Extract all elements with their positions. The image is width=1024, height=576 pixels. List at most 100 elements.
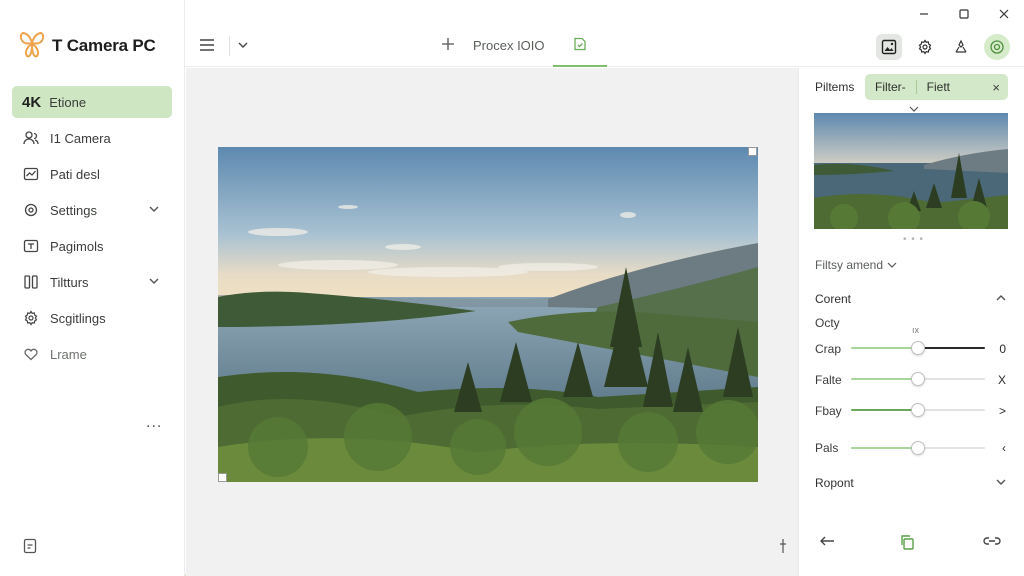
sidebar-item-label: Tiltturs <box>50 274 89 290</box>
section-title: Corent <box>815 292 852 306</box>
close-icon[interactable] <box>984 0 1024 28</box>
sidebar-item-label: Scgitlings <box>50 310 106 326</box>
slider-fill <box>851 409 918 411</box>
slider-end-value: X <box>997 373 1006 387</box>
slider-label: Falte <box>815 373 842 387</box>
chart-icon <box>22 165 40 183</box>
toolbar-actions <box>876 34 1010 60</box>
slider-knob[interactable] <box>911 403 925 417</box>
filter-tabs: Filter- Fiett × <box>865 74 1008 100</box>
document-icon[interactable] <box>22 538 38 557</box>
slider-label: Pals <box>815 441 839 455</box>
slider-track <box>915 347 985 349</box>
maximize-icon[interactable] <box>944 0 984 28</box>
slider-crap[interactable] <box>851 341 985 355</box>
gear-icon <box>22 201 40 219</box>
image-icon[interactable] <box>876 34 902 60</box>
sidebar-item-pagimols[interactable]: Pagimols <box>12 230 172 262</box>
sidebar-item-label: Lrame <box>50 346 87 362</box>
minimize-icon[interactable] <box>904 0 944 28</box>
file-icon <box>573 37 587 54</box>
link-icon[interactable] <box>983 534 1001 551</box>
filter-select-label: Filtsy amend <box>815 258 884 272</box>
columns-icon <box>22 273 40 291</box>
settings-icon <box>22 309 40 327</box>
slider-label: Fbay <box>815 404 842 418</box>
slider-label: Crap <box>815 342 842 356</box>
sidebar: T Camera PC 4K Etione I1 Camera Pati des… <box>0 0 185 576</box>
circle-badge-icon[interactable] <box>984 34 1010 60</box>
section-title: Ropont <box>815 476 854 490</box>
sidebar-item-label: Pagimols <box>50 238 104 254</box>
sidebar-item-label: I1 Camera <box>50 130 111 146</box>
toolbar: Procex IOIO <box>185 26 1024 67</box>
chevron-down-icon[interactable] <box>995 476 1007 491</box>
filters-panel: Piltems Filter- Fiett × • • • Filtsy ame… <box>798 68 1024 576</box>
slider-fill <box>851 447 918 449</box>
chevron-up-icon[interactable] <box>995 292 1007 307</box>
app-window: T Camera PC 4K Etione I1 Camera Pati des… <box>0 0 1024 576</box>
panel-heading: Piltems <box>815 80 855 94</box>
crop-handle-top-right[interactable] <box>748 147 757 156</box>
sidebar-item-pati-desl[interactable]: Pati desl <box>12 158 172 190</box>
chevron-down-icon[interactable] <box>148 275 160 290</box>
slider-fbay[interactable] <box>851 403 985 417</box>
share-nodes-icon[interactable] <box>948 34 974 60</box>
slider-end-value: 0 <box>999 342 1006 356</box>
section-ropont[interactable]: Ropont <box>815 476 1007 490</box>
4k-badge: 4K <box>22 93 42 111</box>
toolbar-divider <box>229 36 230 56</box>
plus-icon[interactable] <box>441 37 455 54</box>
preview-thumbnail[interactable] <box>814 113 1008 229</box>
sidebar-item-settings[interactable]: Settings <box>12 194 172 226</box>
sidebar-item-lrame[interactable]: Lrame <box>12 338 172 370</box>
panel-footer <box>799 528 1024 558</box>
chevron-down-icon[interactable] <box>237 39 249 54</box>
editor-canvas[interactable] <box>186 68 798 576</box>
menu-icon[interactable] <box>199 38 215 55</box>
sidebar-item-etione[interactable]: 4K Etione <box>12 86 172 118</box>
filter-select[interactable]: Filtsy amend <box>815 258 897 272</box>
more-options[interactable]: ... <box>146 414 162 432</box>
slider-fill <box>851 378 918 380</box>
tab-fiett[interactable]: Fiett <box>915 80 960 94</box>
tiny-label: ıx <box>912 325 920 335</box>
landscape-photo[interactable] <box>218 147 758 482</box>
slider-knob[interactable] <box>911 372 925 386</box>
tab-active-file[interactable] <box>553 26 607 67</box>
chevron-down-icon <box>887 258 897 272</box>
arrow-left-icon[interactable] <box>819 534 835 551</box>
tab-filter[interactable]: Filter- <box>865 80 916 94</box>
pin-icon[interactable] <box>778 538 788 557</box>
gear-icon[interactable] <box>912 34 938 60</box>
sidebar-item-label: Pati desl <box>50 166 100 182</box>
slider-end-value: > <box>998 404 1006 418</box>
section-corent[interactable]: Corent <box>815 292 1007 306</box>
slider-falte[interactable] <box>851 372 985 386</box>
heart-icon <box>22 345 40 363</box>
people-icon <box>22 129 40 147</box>
slider-knob[interactable] <box>911 341 925 355</box>
sidebar-item-tiltturs[interactable]: Tiltturs <box>12 266 172 298</box>
text-box-icon <box>22 237 40 255</box>
brand: T Camera PC <box>18 28 156 63</box>
window-controls <box>904 0 1024 28</box>
sidebar-item-scgitlings[interactable]: Scgitlings <box>12 302 172 334</box>
carousel-dots: • • • <box>903 234 925 245</box>
sidebar-nav: 4K Etione I1 Camera Pati desl Settings P… <box>12 86 172 374</box>
chevron-down-icon[interactable] <box>148 203 160 218</box>
sidebar-item-camera[interactable]: I1 Camera <box>12 122 172 154</box>
slider-knob[interactable] <box>911 441 925 455</box>
sidebar-item-label: Settings <box>50 202 97 218</box>
slider-fill <box>851 347 918 349</box>
document-title: Procex IOIO <box>473 38 545 53</box>
slider-end-value: ‹ <box>1002 441 1006 455</box>
butterfly-logo-icon <box>18 28 46 63</box>
slider-pals[interactable] <box>851 441 985 455</box>
copy-icon[interactable] <box>899 534 915 553</box>
app-name: T Camera PC <box>52 35 156 55</box>
sub-label: Octy <box>815 316 840 330</box>
close-icon[interactable]: × <box>992 80 1000 95</box>
sidebar-item-label: Etione <box>49 94 87 110</box>
crop-handle-bottom-left[interactable] <box>218 473 227 482</box>
